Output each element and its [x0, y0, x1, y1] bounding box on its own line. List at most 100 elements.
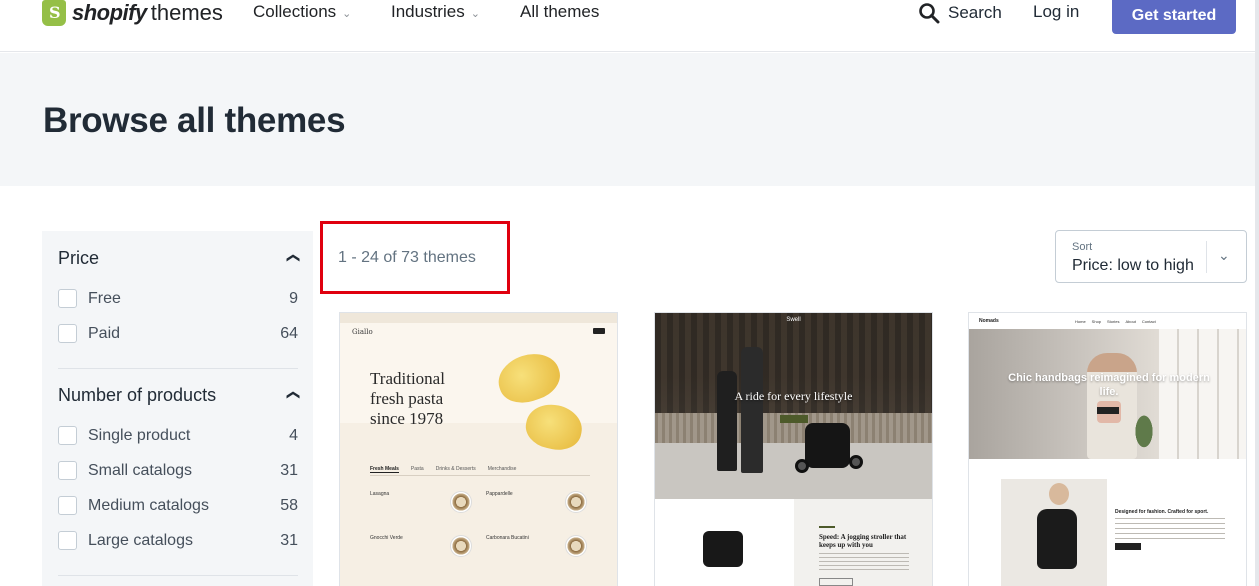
- checkbox[interactable]: [58, 324, 77, 343]
- menu-tab: Pasta: [410, 466, 424, 472]
- filter-divider: [58, 575, 298, 576]
- chevron-up-icon: ❯: [284, 252, 300, 264]
- theme-card-giallo[interactable]: Giallo Traditional fresh pasta since 197…: [339, 312, 618, 586]
- filter-option-free[interactable]: Free 9: [58, 281, 298, 316]
- chevron-down-icon: ⌄: [342, 7, 352, 20]
- filter-sidebar: Price ❯ Free 9 Paid 64 Number of product…: [42, 231, 313, 586]
- price-filter-group: Price ❯ Free 9 Paid 64: [58, 245, 300, 351]
- chevron-up-icon: ❯: [284, 389, 300, 401]
- headline-line: since 1978: [370, 409, 444, 428]
- filter-option-count: 9: [289, 289, 298, 307]
- filter-option-count: 58: [280, 496, 298, 514]
- filter-option-medium-catalogs[interactable]: Medium catalogs 58: [58, 488, 298, 523]
- chevron-down-icon: ⌄: [1218, 247, 1230, 263]
- shop-now-button: [1097, 407, 1119, 414]
- checkbox[interactable]: [58, 426, 77, 445]
- menu-tab: Drinks & Desserts: [435, 466, 476, 472]
- filter-option-count: 4: [289, 426, 298, 444]
- search-icon: [919, 3, 940, 24]
- search-label: Search: [948, 3, 1002, 22]
- filter-option-single-product[interactable]: Single product 4: [58, 418, 298, 453]
- filter-option-label: Large catalogs: [88, 531, 193, 549]
- person-figure: [741, 347, 763, 473]
- theme-brand: Nomads: [979, 318, 999, 324]
- theme-menu: Home Shop Stories About Contact: [1075, 319, 1156, 324]
- shopify-bag-icon: [42, 0, 66, 26]
- products-filter-group: Number of products ❯ Single product 4 Sm…: [58, 382, 300, 558]
- nav-collections-label: Collections: [253, 2, 337, 21]
- filter-option-label: Paid: [88, 324, 121, 342]
- nav-all-themes-label: All themes: [520, 2, 600, 21]
- theme-menu-item: Shop: [1091, 319, 1102, 324]
- feature-text: [1115, 518, 1225, 540]
- login-link[interactable]: Log in: [1033, 2, 1079, 22]
- theme-card-stroller[interactable]: Swell A ride for every lifestyle Speed: …: [654, 312, 933, 586]
- hero-section: Browse all themes: [0, 53, 1259, 186]
- theme-menu-item: Contact: [1141, 319, 1156, 324]
- headline-line: fresh pasta: [370, 389, 444, 408]
- theme-card-nomads[interactable]: Nomads Home Shop Stories About Contact C…: [968, 312, 1247, 586]
- feature-text: [819, 553, 909, 571]
- checkbox[interactable]: [58, 531, 77, 550]
- model-head: [1049, 483, 1069, 505]
- theme-menu-item: Stories: [1107, 319, 1120, 324]
- wheel: [849, 455, 863, 469]
- sort-select[interactable]: Sort Price: low to high ⌄: [1055, 230, 1247, 283]
- filter-option-label: Small catalogs: [88, 461, 193, 479]
- logo-shopify-text: shopify: [72, 0, 147, 25]
- theme-brand: Giallo: [352, 328, 373, 336]
- products-filter-heading: Number of products: [58, 384, 217, 405]
- filter-option-label: Single product: [88, 426, 191, 444]
- sort-label: Sort: [1072, 241, 1093, 253]
- feature-title: Designed for fashion. Crafted for sport.: [1115, 509, 1209, 515]
- menu-item: Gnocchi Verde: [370, 535, 403, 541]
- checkbox[interactable]: [58, 289, 77, 308]
- theme-menu-item: About: [1125, 319, 1136, 324]
- filter-option-small-catalogs[interactable]: Small catalogs 31: [58, 453, 298, 488]
- menu-item: Carbonara Bucatini: [486, 535, 529, 541]
- filter-option-paid[interactable]: Paid 64: [58, 316, 298, 351]
- scrollbar-track[interactable]: [1255, 0, 1259, 586]
- filter-option-label: Free: [88, 289, 121, 307]
- pasta-image: [492, 346, 566, 410]
- logo-themes-text: themes: [150, 0, 223, 25]
- checkbox[interactable]: [58, 496, 77, 515]
- cart-icon: [593, 328, 605, 334]
- search-button[interactable]: Search: [918, 2, 1002, 24]
- filter-option-count: 31: [280, 531, 298, 549]
- nav-collections[interactable]: Collections ⌄: [253, 2, 351, 22]
- filter-option-count: 31: [280, 461, 298, 479]
- shopify-themes-logo[interactable]: shopify themes: [42, 0, 223, 26]
- person-figure: [717, 371, 737, 471]
- get-started-button[interactable]: Get started: [1112, 0, 1236, 34]
- filter-option-count: 64: [280, 324, 298, 342]
- menu-tabs: Fresh Meals Pasta Drinks & Desserts Merc…: [370, 466, 516, 473]
- filter-divider: [58, 368, 298, 369]
- nav-industries[interactable]: Industries ⌄: [391, 2, 480, 22]
- menu-tab: Merchandise: [487, 466, 517, 472]
- theme-headline: Traditional fresh pasta since 1978: [370, 369, 490, 429]
- feature-button: [1115, 543, 1141, 550]
- hero-tagline: A ride for every lifestyle: [734, 389, 853, 403]
- page-title: Browse all themes: [43, 101, 346, 140]
- dish-image: [565, 535, 587, 557]
- nav-industries-label: Industries: [391, 2, 465, 21]
- price-filter-heading: Price: [58, 247, 100, 268]
- announcement-bar: [340, 313, 617, 323]
- ground: [655, 443, 932, 499]
- wheel: [795, 459, 809, 473]
- menu-item: Pappardelle: [486, 491, 513, 497]
- products-filter-header[interactable]: Number of products ❯: [58, 382, 300, 408]
- checkbox[interactable]: [58, 461, 77, 480]
- filter-option-large-catalogs[interactable]: Large catalogs 31: [58, 523, 298, 558]
- tab-divider: [370, 475, 590, 476]
- stroller-image: [805, 423, 850, 468]
- price-filter-header[interactable]: Price ❯: [58, 245, 300, 271]
- nav-all-themes[interactable]: All themes: [520, 2, 599, 22]
- top-nav: shopify themes Collections ⌄ Industries …: [0, 0, 1259, 52]
- filter-option-label: Medium catalogs: [88, 496, 209, 514]
- hero-tagline: Chic handbags reimagined for modern life…: [1008, 372, 1210, 398]
- shop-now-button: [780, 415, 808, 423]
- plant-image: [1129, 413, 1159, 459]
- dish-image: [450, 535, 472, 557]
